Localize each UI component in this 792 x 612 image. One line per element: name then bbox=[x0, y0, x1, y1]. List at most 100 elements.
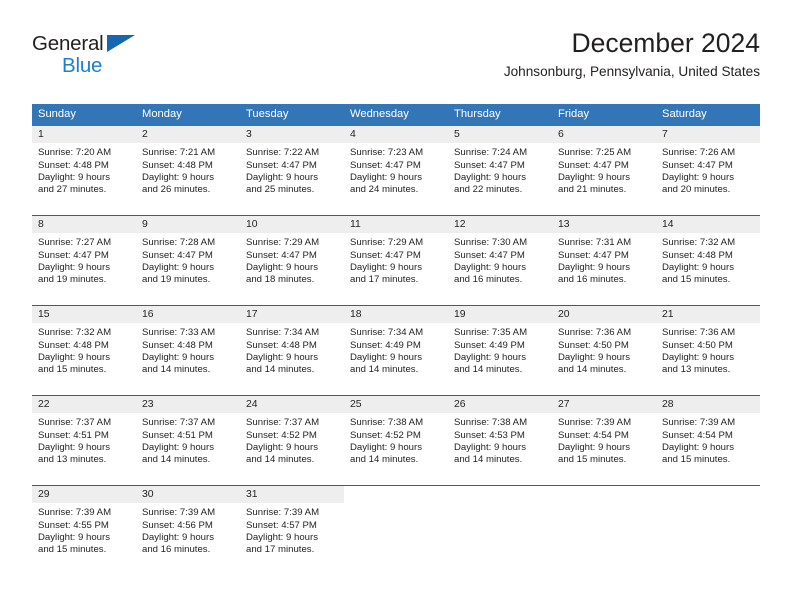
day-cell[interactable]: 3 Sunrise: 7:22 AM Sunset: 4:47 PM Dayli… bbox=[240, 126, 344, 216]
day-cell[interactable]: 13 Sunrise: 7:31 AM Sunset: 4:47 PM Dayl… bbox=[552, 216, 656, 306]
daylight-text-line1: Daylight: 9 hours bbox=[142, 531, 214, 543]
day-details: Sunrise: 7:26 AM Sunset: 4:47 PM Dayligh… bbox=[656, 143, 760, 196]
day-number: 19 bbox=[448, 306, 552, 324]
day-cell[interactable]: 4 Sunrise: 7:23 AM Sunset: 4:47 PM Dayli… bbox=[344, 126, 448, 216]
week-row: 22 Sunrise: 7:37 AM Sunset: 4:51 PM Dayl… bbox=[32, 395, 760, 486]
day-cell[interactable]: 1 Sunrise: 7:20 AM Sunset: 4:48 PM Dayli… bbox=[32, 126, 136, 216]
sunrise-text: Sunrise: 7:22 AM bbox=[246, 147, 320, 159]
sunset-text: Sunset: 4:47 PM bbox=[246, 159, 317, 171]
day-cell[interactable]: 28 Sunrise: 7:39 AM Sunset: 4:54 PM Dayl… bbox=[656, 396, 760, 486]
day-cell[interactable]: 15 Sunrise: 7:32 AM Sunset: 4:48 PM Dayl… bbox=[32, 306, 136, 396]
day-cell[interactable]: 19 Sunrise: 7:35 AM Sunset: 4:49 PM Dayl… bbox=[448, 306, 552, 396]
sunset-text: Sunset: 4:56 PM bbox=[142, 519, 213, 531]
day-cell[interactable]: 20 Sunrise: 7:36 AM Sunset: 4:50 PM Dayl… bbox=[552, 306, 656, 396]
day-number: 10 bbox=[240, 216, 344, 234]
day-cell[interactable]: 7 Sunrise: 7:26 AM Sunset: 4:47 PM Dayli… bbox=[656, 126, 760, 216]
day-number: 26 bbox=[448, 396, 552, 414]
day-cell[interactable]: 8 Sunrise: 7:27 AM Sunset: 4:47 PM Dayli… bbox=[32, 216, 136, 306]
calendar-grid: Sunday Monday Tuesday Wednesday Thursday… bbox=[32, 104, 760, 576]
day-cell[interactable]: 12 Sunrise: 7:30 AM Sunset: 4:47 PM Dayl… bbox=[448, 216, 552, 306]
sunset-text: Sunset: 4:48 PM bbox=[142, 339, 213, 351]
day-cell[interactable]: 24 Sunrise: 7:37 AM Sunset: 4:52 PM Dayl… bbox=[240, 396, 344, 486]
weekday-header-saturday: Saturday bbox=[662, 108, 707, 120]
day-cell[interactable]: 5 Sunrise: 7:24 AM Sunset: 4:47 PM Dayli… bbox=[448, 126, 552, 216]
weekday-header-row: Sunday Monday Tuesday Wednesday Thursday… bbox=[32, 104, 760, 127]
day-details: Sunrise: 7:33 AM Sunset: 4:48 PM Dayligh… bbox=[136, 323, 240, 376]
daylight-text-line1: Daylight: 9 hours bbox=[246, 441, 318, 453]
weekday-header-thursday: Thursday bbox=[454, 108, 501, 120]
day-details: Sunrise: 7:29 AM Sunset: 4:47 PM Dayligh… bbox=[240, 233, 344, 286]
day-number bbox=[552, 486, 656, 504]
sunrise-text: Sunrise: 7:36 AM bbox=[662, 327, 736, 339]
day-cell[interactable]: 6 Sunrise: 7:25 AM Sunset: 4:47 PM Dayli… bbox=[552, 126, 656, 216]
day-cell[interactable]: 14 Sunrise: 7:32 AM Sunset: 4:48 PM Dayl… bbox=[656, 216, 760, 306]
day-cell[interactable]: 22 Sunrise: 7:37 AM Sunset: 4:51 PM Dayl… bbox=[32, 396, 136, 486]
daylight-text-line2: and 15 minutes. bbox=[558, 454, 627, 466]
day-cell[interactable]: 17 Sunrise: 7:34 AM Sunset: 4:48 PM Dayl… bbox=[240, 306, 344, 396]
daylight-text-line1: Daylight: 9 hours bbox=[558, 171, 630, 183]
daylight-text-line1: Daylight: 9 hours bbox=[350, 351, 422, 363]
day-number: 6 bbox=[552, 126, 656, 144]
sunrise-text: Sunrise: 7:21 AM bbox=[142, 147, 216, 159]
page-title: December 2024 bbox=[571, 28, 760, 58]
daylight-text-line2: and 14 minutes. bbox=[558, 364, 627, 376]
day-number bbox=[344, 486, 448, 504]
day-cell[interactable]: 18 Sunrise: 7:34 AM Sunset: 4:49 PM Dayl… bbox=[344, 306, 448, 396]
sunset-text: Sunset: 4:48 PM bbox=[38, 159, 109, 171]
day-number bbox=[448, 486, 552, 504]
sunset-text: Sunset: 4:48 PM bbox=[246, 339, 317, 351]
weekday-header-monday: Monday bbox=[142, 108, 182, 120]
day-number: 14 bbox=[656, 216, 760, 234]
sunset-text: Sunset: 4:52 PM bbox=[350, 429, 421, 441]
day-details: Sunrise: 7:34 AM Sunset: 4:49 PM Dayligh… bbox=[344, 323, 448, 376]
sunrise-text: Sunrise: 7:37 AM bbox=[38, 417, 112, 429]
week-row: 8 Sunrise: 7:27 AM Sunset: 4:47 PM Dayli… bbox=[32, 215, 760, 306]
sunset-text: Sunset: 4:52 PM bbox=[246, 429, 317, 441]
sunrise-text: Sunrise: 7:29 AM bbox=[350, 237, 424, 249]
sunset-text: Sunset: 4:49 PM bbox=[350, 339, 421, 351]
day-cell[interactable]: 27 Sunrise: 7:39 AM Sunset: 4:54 PM Dayl… bbox=[552, 396, 656, 486]
sunrise-text: Sunrise: 7:33 AM bbox=[142, 327, 216, 339]
daylight-text-line1: Daylight: 9 hours bbox=[246, 261, 318, 273]
sunrise-text: Sunrise: 7:30 AM bbox=[454, 237, 528, 249]
day-cell[interactable]: 30 Sunrise: 7:39 AM Sunset: 4:56 PM Dayl… bbox=[136, 486, 240, 576]
day-cell[interactable]: 10 Sunrise: 7:29 AM Sunset: 4:47 PM Dayl… bbox=[240, 216, 344, 306]
day-cell[interactable]: 11 Sunrise: 7:29 AM Sunset: 4:47 PM Dayl… bbox=[344, 216, 448, 306]
day-number: 21 bbox=[656, 306, 760, 324]
day-cell[interactable]: 26 Sunrise: 7:38 AM Sunset: 4:53 PM Dayl… bbox=[448, 396, 552, 486]
day-cell-empty bbox=[552, 486, 656, 576]
day-number: 4 bbox=[344, 126, 448, 144]
daylight-text-line2: and 16 minutes. bbox=[454, 274, 523, 286]
day-details: Sunrise: 7:25 AM Sunset: 4:47 PM Dayligh… bbox=[552, 143, 656, 196]
day-cell[interactable]: 31 Sunrise: 7:39 AM Sunset: 4:57 PM Dayl… bbox=[240, 486, 344, 576]
day-details: Sunrise: 7:24 AM Sunset: 4:47 PM Dayligh… bbox=[448, 143, 552, 196]
daylight-text-line1: Daylight: 9 hours bbox=[142, 441, 214, 453]
week-row: 15 Sunrise: 7:32 AM Sunset: 4:48 PM Dayl… bbox=[32, 305, 760, 396]
sunset-text: Sunset: 4:47 PM bbox=[350, 249, 421, 261]
day-cell[interactable]: 29 Sunrise: 7:39 AM Sunset: 4:55 PM Dayl… bbox=[32, 486, 136, 576]
day-details: Sunrise: 7:36 AM Sunset: 4:50 PM Dayligh… bbox=[656, 323, 760, 376]
sunrise-text: Sunrise: 7:34 AM bbox=[246, 327, 320, 339]
sunrise-text: Sunrise: 7:39 AM bbox=[662, 417, 736, 429]
page-header: General Blue December 2024 Johnsonburg, … bbox=[32, 28, 760, 90]
daylight-text-line2: and 20 minutes. bbox=[662, 184, 731, 196]
daylight-text-line1: Daylight: 9 hours bbox=[246, 531, 318, 543]
day-cell[interactable]: 23 Sunrise: 7:37 AM Sunset: 4:51 PM Dayl… bbox=[136, 396, 240, 486]
day-cell[interactable]: 25 Sunrise: 7:38 AM Sunset: 4:52 PM Dayl… bbox=[344, 396, 448, 486]
day-cell[interactable]: 16 Sunrise: 7:33 AM Sunset: 4:48 PM Dayl… bbox=[136, 306, 240, 396]
daylight-text-line2: and 14 minutes. bbox=[246, 454, 315, 466]
sunset-text: Sunset: 4:50 PM bbox=[662, 339, 733, 351]
day-details: Sunrise: 7:39 AM Sunset: 4:56 PM Dayligh… bbox=[136, 503, 240, 556]
day-details: Sunrise: 7:38 AM Sunset: 4:52 PM Dayligh… bbox=[344, 413, 448, 466]
day-details: Sunrise: 7:35 AM Sunset: 4:49 PM Dayligh… bbox=[448, 323, 552, 376]
daylight-text-line2: and 16 minutes. bbox=[558, 274, 627, 286]
day-details: Sunrise: 7:20 AM Sunset: 4:48 PM Dayligh… bbox=[32, 143, 136, 196]
sunrise-text: Sunrise: 7:32 AM bbox=[38, 327, 112, 339]
generalblue-logo: General Blue bbox=[32, 33, 172, 86]
day-cell[interactable]: 2 Sunrise: 7:21 AM Sunset: 4:48 PM Dayli… bbox=[136, 126, 240, 216]
day-cell[interactable]: 21 Sunrise: 7:36 AM Sunset: 4:50 PM Dayl… bbox=[656, 306, 760, 396]
week-row: 1 Sunrise: 7:20 AM Sunset: 4:48 PM Dayli… bbox=[32, 126, 760, 216]
day-cell[interactable]: 9 Sunrise: 7:28 AM Sunset: 4:47 PM Dayli… bbox=[136, 216, 240, 306]
day-number: 28 bbox=[656, 396, 760, 414]
sunset-text: Sunset: 4:50 PM bbox=[558, 339, 629, 351]
